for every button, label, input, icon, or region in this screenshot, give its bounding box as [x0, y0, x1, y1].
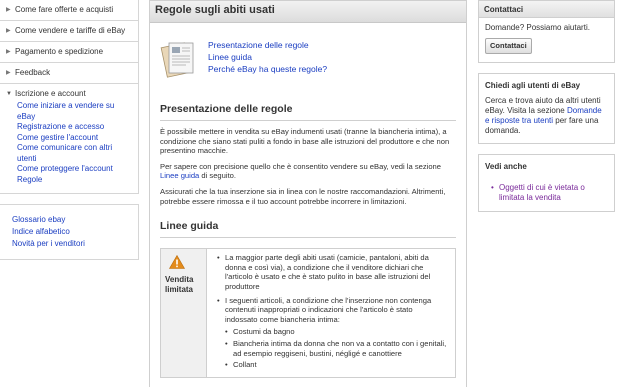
sublink-communicate[interactable]: Come comunicare con altri utenti — [17, 143, 132, 164]
paragraph-text: di seguito. — [199, 171, 237, 181]
prohibited-items-link[interactable]: Oggetti di cui è vietata o limitata la v… — [499, 183, 585, 202]
toc-link-overview[interactable]: Presentazione delle regole — [208, 39, 327, 51]
page-title: Regole sugli abiti usati — [155, 4, 275, 16]
account-sublinks: Come iniziare a vendere su eBay Registra… — [6, 101, 132, 185]
bullet-icon: • — [491, 183, 494, 192]
guideline-sublist: Costumi da bagno Biancheria intima da do… — [225, 327, 447, 369]
ask-community-text: Cerca e trova aiuto da altri utenti eBay… — [479, 94, 614, 143]
warning-icon — [168, 255, 186, 269]
sub-list-item: Costumi da bagno — [225, 327, 447, 337]
sublink-registration[interactable]: Registrazione e accesso — [17, 122, 132, 133]
left-navigation: ▶ Come fare offerte e acquisti ▶ Come vend… — [0, 0, 139, 387]
nav-item-label: Come vendere e tariffe di eBay — [15, 26, 126, 35]
sublink-rules[interactable]: Regole — [17, 175, 132, 186]
toc-link-why[interactable]: Perché eBay ha queste regole? — [208, 63, 327, 75]
guideline-content: La maggior parte degli abiti usati (cami… — [207, 249, 455, 377]
toc-links: Presentazione delle regole Linee guida P… — [208, 39, 327, 103]
nav-item-selling[interactable]: ▶ Come vendere e tariffe di eBay — [0, 21, 139, 42]
nav-item-label: Pagamento e spedizione — [15, 47, 104, 56]
index-link[interactable]: Indice alfabetico — [12, 226, 126, 238]
nav-item-label: Iscrizione e account — [15, 89, 86, 98]
list-item: I seguenti articoli, a condizione che l'… — [217, 296, 447, 370]
table-of-contents: Presentazione delle regole Linee guida P… — [150, 23, 466, 103]
triangle-right-icon: ▶ — [6, 28, 11, 34]
document-icon — [160, 39, 198, 79]
ask-community-box: Chiedi agli utenti di eBay Cerca e trova… — [478, 73, 615, 144]
see-also-box: Vedi anche • Oggetti di cui è vietata o … — [478, 154, 615, 212]
guidelines-inline-link[interactable]: Linee guida — [160, 171, 199, 180]
list-item: La maggior parte degli abiti usati (cami… — [217, 253, 447, 291]
extra-links: Glossario ebay Indice alfabetico Novità … — [0, 204, 139, 260]
triangle-right-icon: ▶ — [6, 49, 11, 55]
contact-title: Contattaci — [479, 1, 614, 18]
contact-box: Contattaci Domande? Possiamo aiutarti. C… — [478, 0, 615, 63]
overview-paragraph-3: Assicurati che la tua inserzione sia in … — [160, 186, 446, 206]
sublink-start-selling[interactable]: Come iniziare a vendere su eBay — [17, 101, 132, 122]
nav-item-feedback[interactable]: ▶ Feedback — [0, 63, 139, 84]
contact-text: Domande? Possiamo aiutarti. — [485, 23, 590, 32]
contact-button[interactable]: Contattaci — [485, 38, 532, 54]
ask-community-title: Chiedi agli utenti di eBay — [485, 81, 581, 90]
section-title-guidelines: Linee guida — [160, 220, 456, 239]
see-also-item: • Oggetti di cui è vietata o limitata la… — [479, 175, 614, 211]
glossary-link[interactable]: Glossario ebay — [12, 214, 126, 226]
nav-item-label: Feedback — [15, 68, 51, 77]
overview-paragraph-1: È possibile mettere in vendita su eBay i… — [160, 127, 450, 156]
guideline-label: Vendita limitata — [165, 275, 194, 295]
right-column: Contattaci Domande? Possiamo aiutarti. C… — [478, 0, 615, 222]
sub-list-item: Collant — [225, 360, 447, 370]
sublink-protect-account[interactable]: Come proteggere l'account — [17, 164, 132, 175]
triangle-right-icon: ▶ — [6, 7, 11, 13]
section-title-overview: Presentazione delle regole — [160, 103, 456, 121]
nav-item-buying[interactable]: ▶ Come fare offerte e acquisti — [0, 0, 139, 21]
nav-item-payment[interactable]: ▶ Pagamento e spedizione — [0, 42, 139, 63]
paragraph-text: Per sapere con precisione quello che è c… — [160, 161, 442, 171]
toc-link-guidelines[interactable]: Linee guida — [208, 51, 327, 63]
triangle-right-icon: ▶ — [6, 70, 11, 76]
main-header: Regole sugli abiti usati — [150, 1, 466, 23]
news-link[interactable]: Novità per i venditori — [12, 238, 126, 250]
sub-list-item: Biancheria intima da donna che non va a … — [225, 339, 447, 358]
list-item-text: I seguenti articoli, a condizione che l'… — [225, 295, 432, 324]
triangle-down-icon: ▼ — [6, 91, 12, 97]
overview-paragraph-2: Per sapere con precisione quello che è c… — [160, 162, 456, 181]
main-content: Regole sugli abiti usati Presentazione d… — [149, 0, 467, 387]
sublink-manage-account[interactable]: Come gestire l'account — [17, 133, 132, 144]
see-also-title: Vedi anche — [485, 162, 527, 171]
guideline-category: Vendita limitata — [161, 249, 207, 378]
nav-item-label: Come fare offerte e acquisti — [15, 5, 114, 14]
guidelines-table: Vendita limitata La maggior parte degli … — [160, 248, 456, 379]
nav-item-account[interactable]: ▼ Iscrizione e account Come iniziare a ve… — [0, 84, 139, 194]
guideline-list: La maggior parte degli abiti usati (cami… — [217, 253, 447, 370]
